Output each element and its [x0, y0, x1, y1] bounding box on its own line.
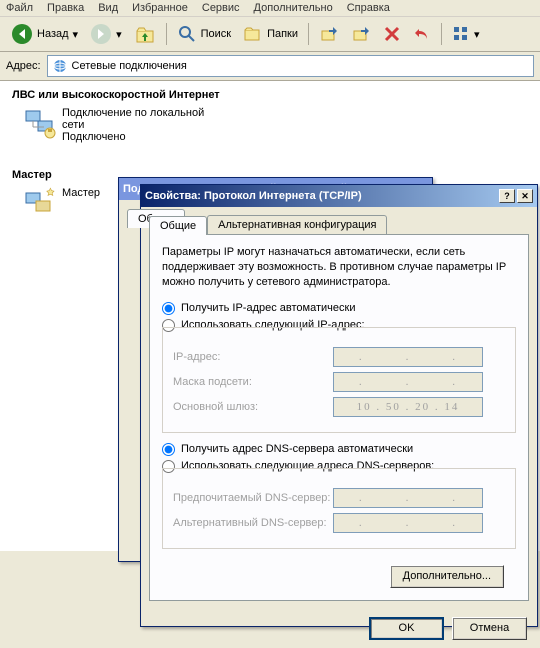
- views-button[interactable]: ▾: [447, 22, 485, 46]
- lan-connection-icon: [24, 107, 56, 139]
- search-button[interactable]: Поиск: [172, 21, 236, 47]
- preferred-dns-label: Предпочитаемый DNS-сервер:: [173, 492, 333, 504]
- subnet-mask-label: Маска подсети:: [173, 376, 333, 388]
- network-connections-icon: [52, 58, 68, 74]
- copy-to-button[interactable]: [346, 21, 376, 47]
- up-button[interactable]: [129, 20, 161, 48]
- menu-tools[interactable]: Сервис: [202, 2, 240, 14]
- move-to-icon: [319, 24, 339, 44]
- alternate-dns-label: Альтернативный DNS-сервер:: [173, 517, 333, 529]
- dialog-titlebar[interactable]: Свойства: Протокол Интернета (TCP/IP) ? …: [141, 185, 537, 207]
- menu-file[interactable]: Файл: [6, 2, 33, 14]
- move-to-button[interactable]: [314, 21, 344, 47]
- gateway-label: Основной шлюз:: [173, 401, 333, 413]
- radio-dns-auto-row[interactable]: Получить адрес DNS-сервера автоматически: [162, 443, 516, 456]
- tab-panel-general: Параметры IP могут назначаться автоматич…: [149, 234, 529, 601]
- delete-icon: [383, 25, 401, 43]
- ok-button[interactable]: OK: [369, 617, 444, 640]
- help-button[interactable]: ?: [499, 189, 515, 203]
- menu-extra[interactable]: Дополнительно: [254, 2, 333, 14]
- ip-fields-group: IP-адрес: ... Маска подсети: ... Основно…: [162, 327, 516, 433]
- separator: [166, 23, 167, 45]
- subnet-mask-input: ...: [333, 372, 483, 392]
- folders-icon: [243, 24, 263, 44]
- tab-alternative[interactable]: Альтернативная конфигурация: [207, 215, 387, 234]
- dialog-title: Свойства: Протокол Интернета (TCP/IP): [145, 190, 362, 202]
- lan-connection-label: Подключение по локальной сети Подключено: [62, 107, 204, 143]
- separator: [308, 23, 309, 45]
- address-value: Сетевые подключения: [72, 60, 187, 72]
- forward-icon: [90, 23, 112, 45]
- dialog-buttons: OK Отмена: [141, 609, 537, 648]
- back-icon: [11, 23, 33, 45]
- description-text: Параметры IP могут назначаться автоматич…: [162, 245, 516, 290]
- radio-ip-auto-label: Получить IP-адрес автоматически: [181, 302, 355, 314]
- menu-help[interactable]: Справка: [347, 2, 390, 14]
- close-button[interactable]: ✕: [517, 189, 533, 203]
- tab-general[interactable]: Общие: [149, 216, 207, 235]
- menu-view[interactable]: Вид: [98, 2, 118, 14]
- search-label: Поиск: [201, 28, 231, 40]
- address-label: Адрес:: [6, 60, 41, 72]
- preferred-dns-input: ...: [333, 488, 483, 508]
- back-label: Назад: [37, 28, 69, 40]
- undo-icon: [413, 25, 431, 43]
- menu-bar: Файл Правка Вид Избранное Сервис Дополни…: [0, 0, 540, 17]
- radio-dns-auto[interactable]: [162, 443, 175, 456]
- views-icon: [452, 25, 470, 43]
- undo-button[interactable]: [408, 22, 436, 46]
- advanced-button[interactable]: Дополнительно...: [390, 565, 504, 588]
- folders-button[interactable]: Папки: [238, 21, 303, 47]
- ip-address-label: IP-адрес:: [173, 351, 333, 363]
- menu-favorites[interactable]: Избранное: [132, 2, 188, 14]
- tcpip-properties-dialog: Свойства: Протокол Интернета (TCP/IP) ? …: [140, 184, 538, 627]
- forward-button[interactable]: ▾: [85, 20, 127, 48]
- search-icon: [177, 24, 197, 44]
- back-button[interactable]: Назад ▾: [6, 20, 83, 48]
- folder-up-icon: [134, 23, 156, 45]
- alternate-dns-input: ...: [333, 513, 483, 533]
- dropdown-icon: ▾: [73, 28, 79, 41]
- menu-edit[interactable]: Правка: [47, 2, 84, 14]
- copy-to-icon: [351, 24, 371, 44]
- gateway-input: 10 . 50 . 20 . 14: [333, 397, 483, 417]
- lan-connection-item[interactable]: Подключение по локальной сети Подключено: [0, 105, 540, 145]
- address-bar: Адрес: Сетевые подключения: [0, 52, 540, 81]
- radio-ip-auto[interactable]: [162, 302, 175, 315]
- cancel-button[interactable]: Отмена: [452, 617, 527, 640]
- content-area: ЛВС или высокоскоростной Интернет Подклю…: [0, 81, 540, 551]
- wizard-label: Мастер: [62, 187, 100, 199]
- dropdown-icon: ▾: [474, 28, 480, 41]
- radio-dns-auto-label: Получить адрес DNS-сервера автоматически: [181, 443, 413, 455]
- wizard-icon: [24, 187, 56, 219]
- separator: [441, 23, 442, 45]
- folders-label: Папки: [267, 28, 298, 40]
- tab-strip: Общие Альтернативная конфигурация: [149, 215, 529, 234]
- radio-ip-auto-row[interactable]: Получить IP-адрес автоматически: [162, 302, 516, 315]
- dropdown-icon: ▾: [116, 28, 122, 41]
- ip-address-input: ...: [333, 347, 483, 367]
- delete-button[interactable]: [378, 22, 406, 46]
- section-lan-title: ЛВС или высокоскоростной Интернет: [0, 81, 540, 105]
- dns-fields-group: Предпочитаемый DNS-сервер: ... Альтернат…: [162, 468, 516, 549]
- toolbar: Назад ▾ ▾ Поиск Папки ▾: [0, 17, 540, 52]
- address-input[interactable]: Сетевые подключения: [47, 55, 534, 77]
